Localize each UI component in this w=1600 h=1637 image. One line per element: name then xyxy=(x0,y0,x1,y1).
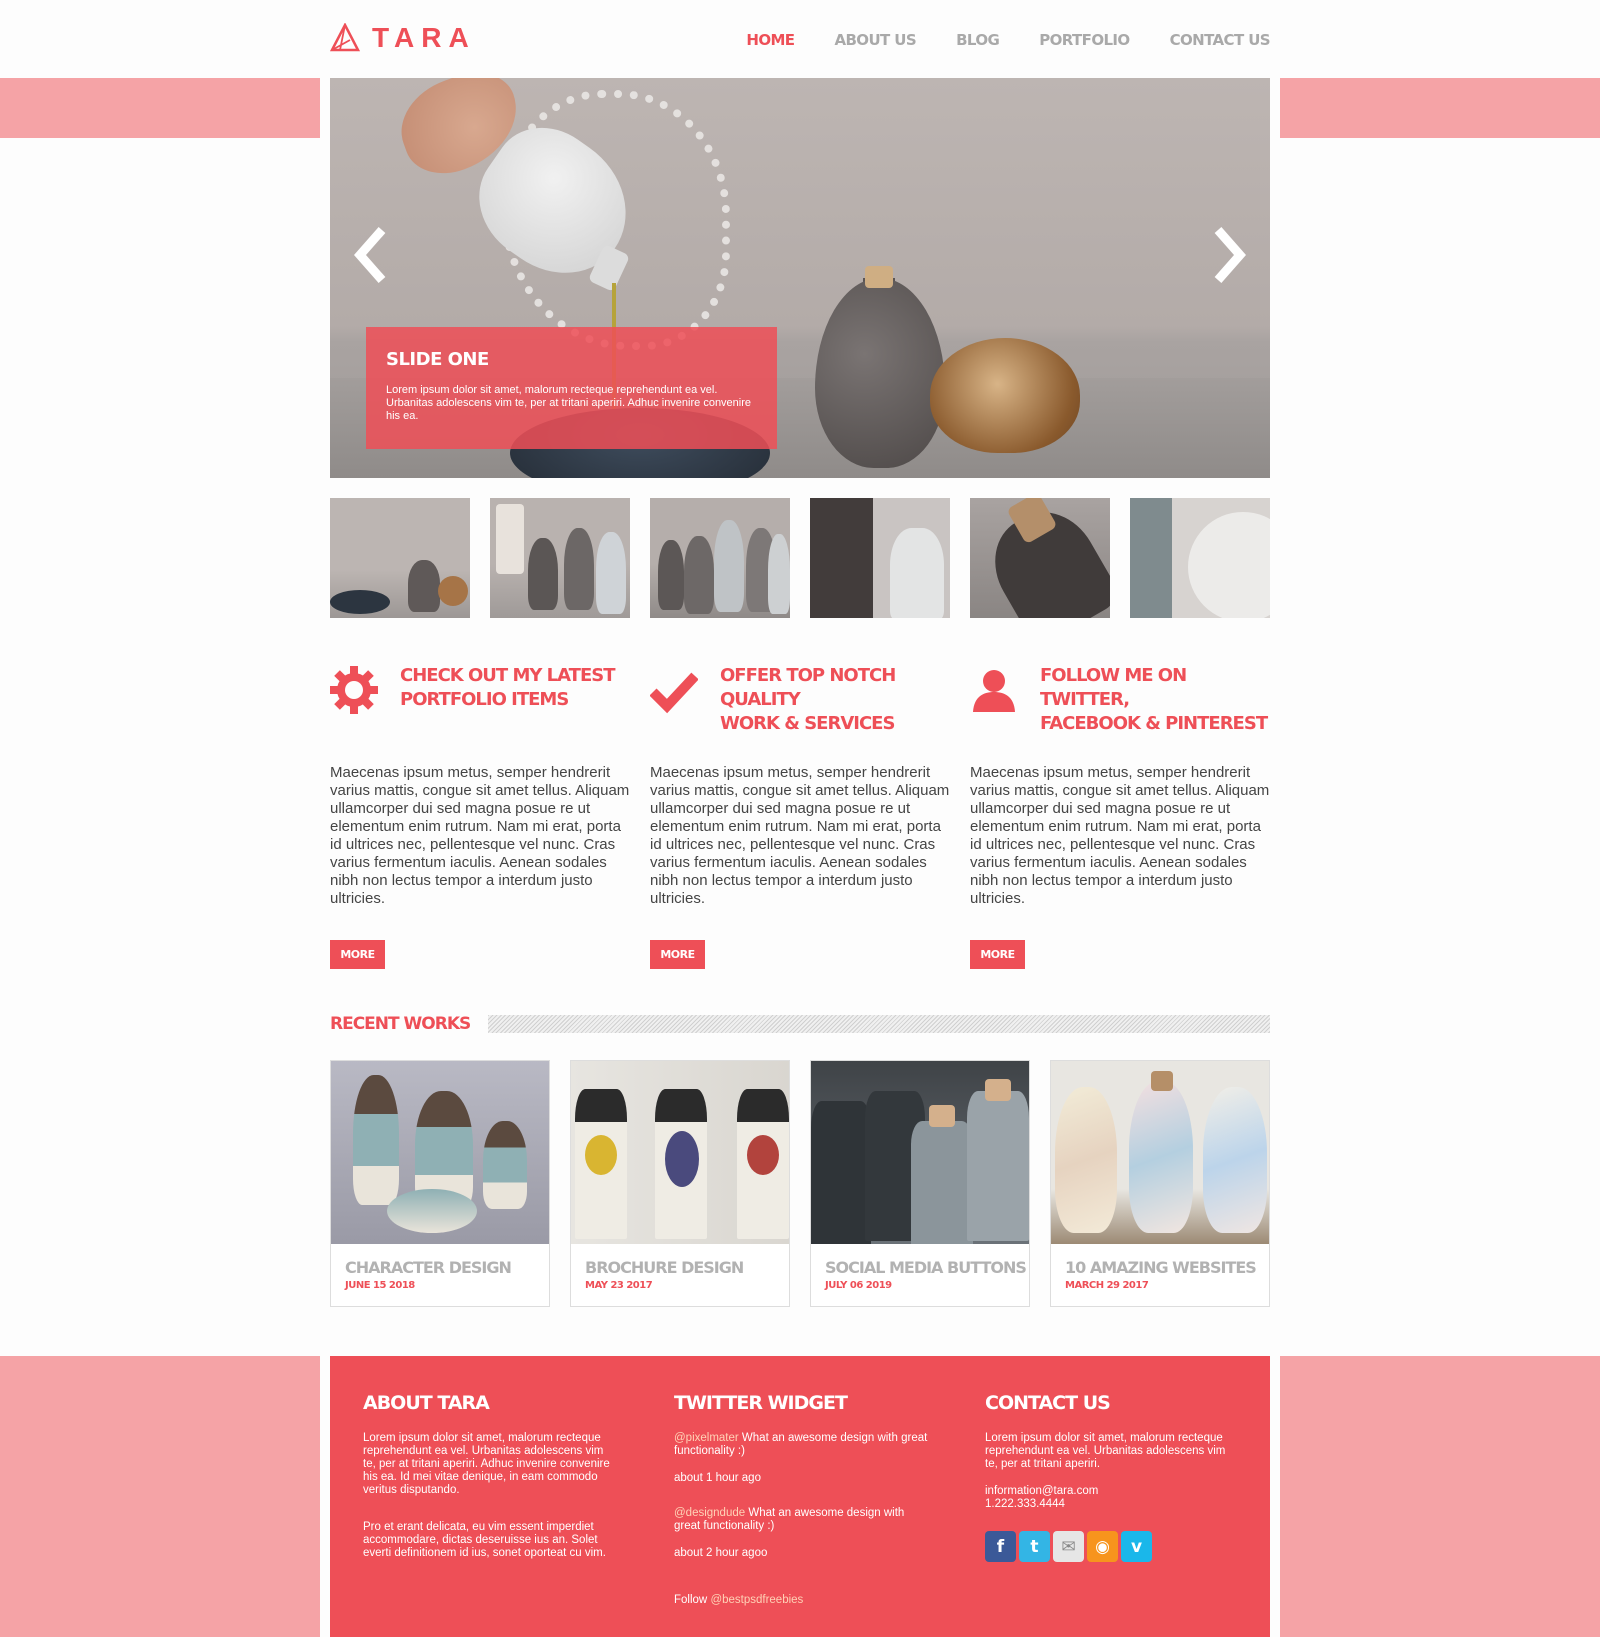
work-date: JULY 06 2019 xyxy=(825,1280,892,1291)
gear-icon xyxy=(330,666,378,714)
work-title: BROCHURE DESIGN xyxy=(585,1258,744,1277)
footer-contact: CONTACT US Lorem ipsum dolor sit amet, m… xyxy=(985,1392,1240,1562)
mail-icon[interactable]: ✉ xyxy=(1053,1531,1084,1562)
footer-band-left xyxy=(0,1356,320,1637)
work-title: SOCIAL MEDIA BUTTONS xyxy=(825,1258,1027,1277)
recent-works-title: RECENT WORKS xyxy=(330,1014,471,1034)
more-button[interactable]: MORE xyxy=(650,940,705,969)
thumbnail-4[interactable] xyxy=(810,498,950,618)
tweet: @designdude What an awesome design with … xyxy=(674,1507,905,1532)
contact-email[interactable]: information@tara.com xyxy=(985,1485,1240,1498)
work-title: CHARACTER DESIGN xyxy=(345,1258,512,1277)
work-card[interactable]: CHARACTER DESIGN JUNE 15 2018 xyxy=(330,1060,550,1307)
follow-link[interactable]: @bestpsdfreebies xyxy=(710,1594,803,1606)
chevron-left-icon xyxy=(354,227,386,283)
slide-caption: SLIDE ONE Lorem ipsum dolor sit amet, ma… xyxy=(366,327,777,449)
nav-about-us[interactable]: ABOUT US xyxy=(834,31,916,49)
work-date: MAY 23 2017 xyxy=(585,1280,653,1291)
nav-contact-us[interactable]: CONTACT US xyxy=(1170,31,1271,49)
user-icon xyxy=(973,670,1015,712)
tweet-user-link[interactable]: @pixelmater xyxy=(674,1432,739,1444)
work-card[interactable]: 10 AMAZING WEBSITES MARCH 29 2017 xyxy=(1050,1060,1270,1307)
recent-works-grid: CHARACTER DESIGN JUNE 15 2018 BROCHURE D… xyxy=(330,1060,1270,1307)
footer: ABOUT TARA Lorem ipsum dolor sit amet, m… xyxy=(330,1356,1270,1637)
footer-band-right xyxy=(1280,1356,1600,1637)
work-image xyxy=(811,1061,1029,1244)
logo-text: TARA xyxy=(372,22,476,53)
nav-blog[interactable]: BLOG xyxy=(956,31,1000,49)
social-icons: f t ✉ ◉ v xyxy=(985,1531,1240,1562)
footer-about: ABOUT TARA Lorem ipsum dolor sit amet, m… xyxy=(363,1392,618,1574)
nav-portfolio[interactable]: PORTFOLIO xyxy=(1039,31,1130,49)
slide-caption-title: SLIDE ONE xyxy=(386,349,489,370)
work-date: JUNE 15 2018 xyxy=(345,1280,415,1291)
slide-image-vase xyxy=(815,278,945,468)
checkmark-icon xyxy=(650,672,698,714)
feature-social: FOLLOW ME ON TWITTER, FACEBOOK & PINTERES… xyxy=(970,664,1270,969)
work-title: 10 AMAZING WEBSITES xyxy=(1065,1258,1257,1277)
footer-twitter-title: TWITTER WIDGET xyxy=(674,1392,848,1414)
footer-contact-title: CONTACT US xyxy=(985,1392,1111,1414)
divider-stripe xyxy=(488,1015,1270,1033)
work-date: MARCH 29 2017 xyxy=(1065,1280,1149,1291)
slider-prev-button[interactable] xyxy=(350,226,390,284)
thumbnail-1[interactable] xyxy=(330,498,470,618)
footer-contact-text: Lorem ipsum dolor sit amet, malorum rect… xyxy=(985,1432,1226,1470)
features-section: CHECK OUT MY LATEST PORTFOLIO ITEMS Maece… xyxy=(330,664,1270,969)
tweet-time: about 1 hour ago xyxy=(674,1472,761,1484)
logo-triangle-icon xyxy=(330,23,360,52)
thumbnail-3[interactable] xyxy=(650,498,790,618)
footer-twitter: TWITTER WIDGET @pixelmater What an aweso… xyxy=(674,1392,929,1621)
slide-image-bread xyxy=(930,338,1080,453)
twitter-icon[interactable]: t xyxy=(1019,1531,1050,1562)
work-card[interactable]: BROCHURE DESIGN MAY 23 2017 xyxy=(570,1060,790,1307)
contact-phone: 1.222.333.4444 xyxy=(985,1498,1065,1510)
slider-thumbnails xyxy=(330,498,1270,618)
tweet-user-link[interactable]: @designdude xyxy=(674,1507,745,1519)
footer-about-title: ABOUT TARA xyxy=(363,1392,490,1414)
feature-title: FOLLOW ME ON TWITTER, FACEBOOK & PINTERES… xyxy=(1040,665,1268,734)
more-button[interactable]: MORE xyxy=(970,940,1025,969)
feature-text: Maecenas ipsum metus, semper hendrerit v… xyxy=(330,764,630,907)
slide-image-cork xyxy=(865,266,893,288)
feature-title: OFFER TOP NOTCH QUALITY WORK & SERVICES xyxy=(720,665,896,734)
thumbnail-2[interactable] xyxy=(490,498,630,618)
feature-title: CHECK OUT MY LATEST PORTFOLIO ITEMS xyxy=(400,665,615,710)
feature-text: Maecenas ipsum metus, semper hendrerit v… xyxy=(650,764,950,907)
twitter-follow: Follow @bestpsdfreebies xyxy=(674,1594,804,1606)
rss-icon[interactable]: ◉ xyxy=(1087,1531,1118,1562)
more-button[interactable]: MORE xyxy=(330,940,385,969)
thumbnail-5[interactable] xyxy=(970,498,1110,618)
work-image xyxy=(1051,1061,1269,1244)
work-image xyxy=(331,1061,549,1244)
tweet: @pixelmater What an awesome design with … xyxy=(674,1432,928,1457)
work-image xyxy=(571,1061,789,1244)
vimeo-icon[interactable]: v xyxy=(1121,1531,1152,1562)
work-card[interactable]: SOCIAL MEDIA BUTTONS JULY 06 2019 xyxy=(810,1060,1030,1307)
header-band-left xyxy=(0,78,320,138)
slider-next-button[interactable] xyxy=(1210,226,1250,284)
recent-works-header: RECENT WORKS xyxy=(330,1014,1270,1034)
thumbnail-6[interactable] xyxy=(1130,498,1270,618)
footer-about-text-1: Lorem ipsum dolor sit amet, malorum rect… xyxy=(363,1432,610,1496)
slide-caption-text: Lorem ipsum dolor sit amet, malorum rect… xyxy=(386,384,752,422)
main-nav: HOME ABOUT US BLOG PORTFOLIO CONTACT US xyxy=(746,31,1270,49)
nav-home[interactable]: HOME xyxy=(746,31,795,49)
tweet-time: about 2 hour agoo xyxy=(674,1547,768,1559)
hero-slider: SLIDE ONE Lorem ipsum dolor sit amet, ma… xyxy=(330,78,1270,478)
chevron-right-icon xyxy=(1214,227,1246,283)
header-band-right xyxy=(1280,78,1600,138)
logo[interactable]: TARA xyxy=(330,22,476,54)
facebook-icon[interactable]: f xyxy=(985,1531,1016,1562)
feature-quality: OFFER TOP NOTCH QUALITY WORK & SERVICES M… xyxy=(650,664,950,969)
feature-text: Maecenas ipsum metus, semper hendrerit v… xyxy=(970,764,1270,907)
footer-about-text-2: Pro et erant delicata, eu vim essent imp… xyxy=(363,1521,606,1559)
feature-portfolio: CHECK OUT MY LATEST PORTFOLIO ITEMS Maece… xyxy=(330,664,630,969)
